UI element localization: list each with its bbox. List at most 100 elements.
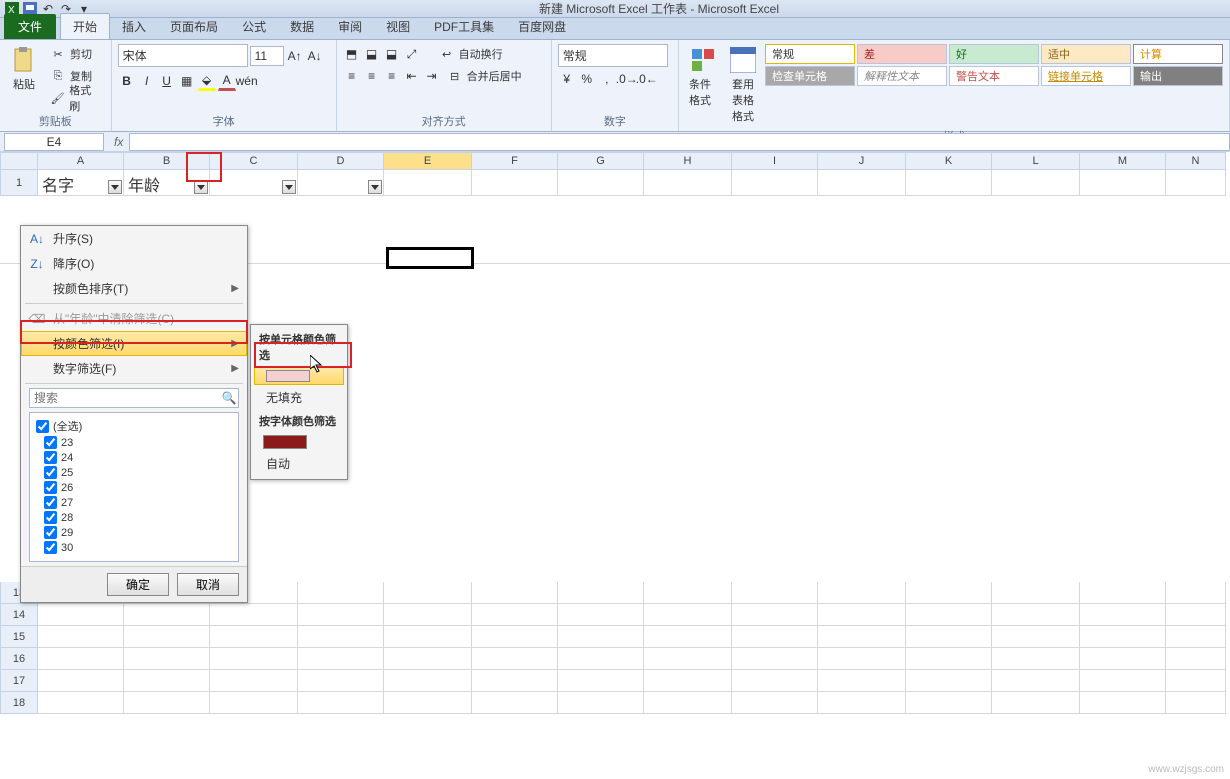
tab-formulas[interactable]: 公式 xyxy=(230,14,278,39)
filter-check-item[interactable]: 30 xyxy=(34,540,234,555)
filter-checkbox-list[interactable]: (全选) 2324252627282930 xyxy=(29,412,239,562)
cell-A14[interactable] xyxy=(38,604,124,626)
tab-baidu[interactable]: 百度网盘 xyxy=(506,14,578,39)
font-color-button[interactable]: A xyxy=(218,71,236,91)
cell-L16[interactable] xyxy=(992,648,1080,670)
cell-J1[interactable] xyxy=(818,170,906,196)
align-bottom-icon[interactable]: ⬓ xyxy=(383,44,401,64)
format-as-table-button[interactable]: 套用 表格格式 xyxy=(725,44,761,126)
cell-K1[interactable] xyxy=(906,170,992,196)
cell-L15[interactable] xyxy=(992,626,1080,648)
row-header[interactable]: 15 xyxy=(0,626,38,648)
style-calc[interactable]: 计算 xyxy=(1133,44,1223,64)
format-painter-button[interactable]: 🖌格式刷 xyxy=(46,88,105,108)
cell-M17[interactable] xyxy=(1080,670,1166,692)
cell-A1[interactable]: 名字 xyxy=(38,170,124,196)
cell-K15[interactable] xyxy=(906,626,992,648)
tab-insert[interactable]: 插入 xyxy=(110,14,158,39)
cell-K13[interactable] xyxy=(906,582,992,604)
cell-K17[interactable] xyxy=(906,670,992,692)
cell-B15[interactable] xyxy=(124,626,210,648)
cell-D15[interactable] xyxy=(298,626,384,648)
column-header-E[interactable]: E xyxy=(384,152,472,170)
cell-D14[interactable] xyxy=(298,604,384,626)
cell-H13[interactable] xyxy=(644,582,732,604)
cell-E14[interactable] xyxy=(384,604,472,626)
style-explanatory[interactable]: 解释性文本 xyxy=(857,66,947,86)
column-header-N[interactable]: N xyxy=(1166,152,1226,170)
cell-F1[interactable] xyxy=(472,170,558,196)
cell-C17[interactable] xyxy=(210,670,298,692)
cell-J15[interactable] xyxy=(818,626,906,648)
style-warning[interactable]: 警告文本 xyxy=(949,66,1039,86)
column-header-F[interactable]: F xyxy=(472,152,558,170)
style-output[interactable]: 输出 xyxy=(1133,66,1223,86)
comma-icon[interactable]: , xyxy=(598,69,616,89)
cell-N13[interactable] xyxy=(1166,582,1226,604)
filter-search[interactable]: 🔍 xyxy=(29,388,239,408)
align-middle-icon[interactable]: ⬓ xyxy=(363,44,381,64)
style-neutral[interactable]: 适中 xyxy=(1041,44,1131,64)
cell-L13[interactable] xyxy=(992,582,1080,604)
cell-F14[interactable] xyxy=(472,604,558,626)
cell-N16[interactable] xyxy=(1166,648,1226,670)
filter-check-item[interactable]: 28 xyxy=(34,510,234,525)
phonetic-button[interactable]: wén xyxy=(238,71,256,91)
column-header-A[interactable]: A xyxy=(38,152,124,170)
increase-font-icon[interactable]: A↑ xyxy=(286,46,304,66)
column-header-C[interactable]: C xyxy=(210,152,298,170)
cell-J13[interactable] xyxy=(818,582,906,604)
row-header[interactable]: 16 xyxy=(0,648,38,670)
cell-A18[interactable] xyxy=(38,692,124,714)
cell-G16[interactable] xyxy=(558,648,644,670)
column-header-I[interactable]: I xyxy=(732,152,818,170)
align-right-icon[interactable]: ≡ xyxy=(383,66,401,86)
cell-B14[interactable] xyxy=(124,604,210,626)
filter-check-all[interactable]: (全选) xyxy=(34,417,234,435)
row-header[interactable]: 14 xyxy=(0,604,38,626)
wrap-text-button[interactable]: ↩自动换行 xyxy=(435,44,507,64)
cell-H15[interactable] xyxy=(644,626,732,648)
paste-button[interactable]: 粘贴 xyxy=(6,44,42,94)
cell-H16[interactable] xyxy=(644,648,732,670)
cell-H1[interactable] xyxy=(644,170,732,196)
auto-option[interactable]: 自动 xyxy=(254,452,344,475)
cell-C16[interactable] xyxy=(210,648,298,670)
cell-G1[interactable] xyxy=(558,170,644,196)
bold-button[interactable]: B xyxy=(118,71,136,91)
cell-E1[interactable] xyxy=(384,170,472,196)
tab-page-layout[interactable]: 页面布局 xyxy=(158,14,230,39)
cell-K16[interactable] xyxy=(906,648,992,670)
cell-C18[interactable] xyxy=(210,692,298,714)
style-bad[interactable]: 差 xyxy=(857,44,947,64)
cell-F17[interactable] xyxy=(472,670,558,692)
cell-B17[interactable] xyxy=(124,670,210,692)
align-left-icon[interactable]: ≡ xyxy=(343,66,361,86)
column-header-J[interactable]: J xyxy=(818,152,906,170)
cell-J14[interactable] xyxy=(818,604,906,626)
style-link[interactable]: 链接单元格 xyxy=(1041,66,1131,86)
tab-file[interactable]: 文件 xyxy=(4,14,56,39)
cell-F15[interactable] xyxy=(472,626,558,648)
cell-N18[interactable] xyxy=(1166,692,1226,714)
cell-M13[interactable] xyxy=(1080,582,1166,604)
cell-A15[interactable] xyxy=(38,626,124,648)
style-check[interactable]: 检查单元格 xyxy=(765,66,855,86)
filter-search-input[interactable] xyxy=(30,389,220,407)
filter-button-A1[interactable] xyxy=(108,180,122,194)
ok-button[interactable]: 确定 xyxy=(107,573,169,596)
cell-L17[interactable] xyxy=(992,670,1080,692)
orientation-icon[interactable]: ⤢ xyxy=(403,44,421,64)
cell-G18[interactable] xyxy=(558,692,644,714)
number-format-selector[interactable]: 常规 xyxy=(558,44,668,67)
cell-L14[interactable] xyxy=(992,604,1080,626)
cell-H18[interactable] xyxy=(644,692,732,714)
cancel-button[interactable]: 取消 xyxy=(177,573,239,596)
cell-D18[interactable] xyxy=(298,692,384,714)
cell-D17[interactable] xyxy=(298,670,384,692)
cell-D1[interactable] xyxy=(298,170,384,196)
cell-B16[interactable] xyxy=(124,648,210,670)
cell-A16[interactable] xyxy=(38,648,124,670)
cell-B1[interactable]: 年龄 xyxy=(124,170,210,196)
cell-J16[interactable] xyxy=(818,648,906,670)
